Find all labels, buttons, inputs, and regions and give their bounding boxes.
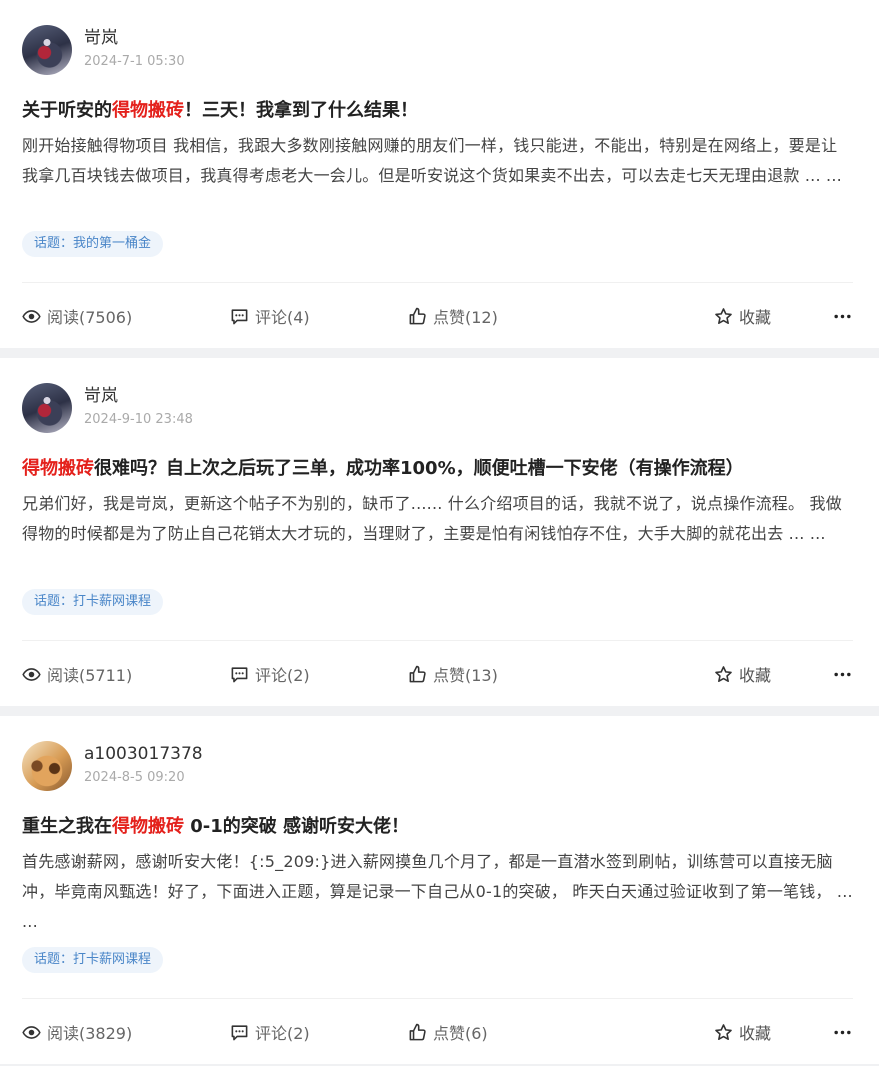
author-name[interactable]: 岢岚 xyxy=(84,28,118,48)
comment-label: 评论(2) xyxy=(255,1024,310,1043)
more-icon xyxy=(833,1030,851,1034)
post-title[interactable]: 得物搬砖很难吗？自上次之后玩了三单，成功率100%，顺便吐槽一下安佬（有操作流程… xyxy=(22,457,853,489)
post-actions: 阅读(7506) 评论(4) 点赞(12) 收藏 xyxy=(22,300,853,332)
eye-icon xyxy=(22,1025,41,1039)
avatar-cat-icon[interactable] xyxy=(22,741,72,791)
like-button[interactable]: 点赞(6) xyxy=(408,1016,488,1048)
more-button[interactable] xyxy=(830,1016,854,1048)
topic-tag[interactable]: 话题：我的第一桶金 xyxy=(22,231,164,257)
comment-icon xyxy=(231,666,248,682)
eye-icon xyxy=(22,309,41,323)
post-card: a1003017378 2024-8-5 09:20 重生之我在得物搬砖 0-1… xyxy=(0,716,879,1064)
post-title[interactable]: 关于听安的得物搬砖！三天！我拿到了什么结果！ xyxy=(22,99,853,131)
divider xyxy=(22,998,853,999)
divider xyxy=(22,640,853,641)
thumbs-up-icon xyxy=(409,665,426,682)
post-datetime: 2024-8-5 09:20 xyxy=(84,770,185,785)
comment-icon xyxy=(231,308,248,324)
post-datetime: 2024-7-1 05:30 xyxy=(84,54,185,69)
read-count: 阅读(7506) xyxy=(22,300,132,332)
post-title[interactable]: 重生之我在得物搬砖 0-1的突破 感谢听安大佬！ xyxy=(22,815,853,847)
star-icon xyxy=(715,665,732,682)
comment-label: 评论(4) xyxy=(255,308,310,327)
title-suffix: ！三天！我拿到了什么结果！ xyxy=(184,100,418,121)
title-prefix: 关于听安的 xyxy=(22,100,112,121)
like-button[interactable]: 点赞(13) xyxy=(408,658,498,690)
favorite-label: 收藏 xyxy=(739,1024,772,1043)
topic-tag[interactable]: 话题：打卡薪网课程 xyxy=(22,589,164,615)
avatar-landscape-icon[interactable] xyxy=(22,383,72,433)
favorite-button[interactable]: 收藏 xyxy=(714,658,771,690)
like-label: 点赞(6) xyxy=(433,1024,488,1043)
title-highlight: 得物搬砖 xyxy=(112,100,184,121)
comment-icon xyxy=(231,1024,248,1040)
more-icon xyxy=(833,314,851,318)
like-button[interactable]: 点赞(12) xyxy=(408,300,498,332)
star-icon xyxy=(715,307,732,324)
thumbs-up-icon xyxy=(409,307,426,324)
more-button[interactable] xyxy=(830,300,854,332)
favorite-label: 收藏 xyxy=(739,666,772,685)
post-excerpt[interactable]: 刚开始接触得物项目 我相信，我跟大多数刚接触网赚的朋友们一样，钱只能进，不能出，… xyxy=(22,131,853,221)
title-suffix: 很难吗？自上次之后玩了三单，成功率100%，顺便吐槽一下安佬（有操作流程） xyxy=(94,458,744,479)
title-highlight: 得物搬砖 xyxy=(22,458,94,479)
author-name[interactable]: a1003017378 xyxy=(84,744,203,764)
read-count: 阅读(3829) xyxy=(22,1016,132,1048)
title-prefix: 重生之我在 xyxy=(22,816,112,837)
read-count-label: 阅读(7506) xyxy=(47,308,133,327)
comment-button[interactable]: 评论(2) xyxy=(230,658,310,690)
read-count: 阅读(5711) xyxy=(22,658,132,690)
star-icon xyxy=(715,1023,732,1040)
comment-button[interactable]: 评论(2) xyxy=(230,1016,310,1048)
post-excerpt[interactable]: 兄弟们好，我是岢岚，更新这个帖子不为别的，缺币了...... 什么介绍项目的话，… xyxy=(22,489,853,579)
post-card: 岢岚 2024-9-10 23:48 得物搬砖很难吗？自上次之后玩了三单，成功率… xyxy=(0,358,879,706)
post-card: 岢岚 2024-7-1 05:30 关于听安的得物搬砖！三天！我拿到了什么结果！… xyxy=(0,0,879,348)
title-suffix: 0-1的突破 感谢听安大佬！ xyxy=(184,816,410,837)
read-count-label: 阅读(3829) xyxy=(47,1024,133,1043)
like-label: 点赞(12) xyxy=(433,308,498,327)
read-count-label: 阅读(5711) xyxy=(47,666,133,685)
divider xyxy=(22,282,853,283)
post-datetime: 2024-9-10 23:48 xyxy=(84,412,193,427)
post-author-row: a1003017378 2024-8-5 09:20 xyxy=(22,716,853,815)
thumbs-up-icon xyxy=(409,1023,426,1040)
title-highlight: 得物搬砖 xyxy=(112,816,184,837)
favorite-button[interactable]: 收藏 xyxy=(714,300,771,332)
favorite-button[interactable]: 收藏 xyxy=(714,1016,771,1048)
post-feed: 岢岚 2024-7-1 05:30 关于听安的得物搬砖！三天！我拿到了什么结果！… xyxy=(0,0,879,1064)
like-label: 点赞(13) xyxy=(433,666,498,685)
post-author-row: 岢岚 2024-7-1 05:30 xyxy=(22,0,853,99)
post-actions: 阅读(5711) 评论(2) 点赞(13) 收藏 xyxy=(22,658,853,690)
author-name[interactable]: 岢岚 xyxy=(84,386,118,406)
avatar-landscape-icon[interactable] xyxy=(22,25,72,75)
comment-label: 评论(2) xyxy=(255,666,310,685)
eye-icon xyxy=(22,667,41,681)
comment-button[interactable]: 评论(4) xyxy=(230,300,310,332)
post-author-row: 岢岚 2024-9-10 23:48 xyxy=(22,358,853,457)
more-button[interactable] xyxy=(830,658,854,690)
topic-tag[interactable]: 话题：打卡薪网课程 xyxy=(22,947,164,973)
favorite-label: 收藏 xyxy=(739,308,772,327)
more-icon xyxy=(833,672,851,676)
post-actions: 阅读(3829) 评论(2) 点赞(6) 收藏 xyxy=(22,1016,853,1048)
post-excerpt[interactable]: 首先感谢薪网，感谢听安大佬！{:5_209:}进入薪网摸鱼几个月了，都是一直潜水… xyxy=(22,847,853,937)
